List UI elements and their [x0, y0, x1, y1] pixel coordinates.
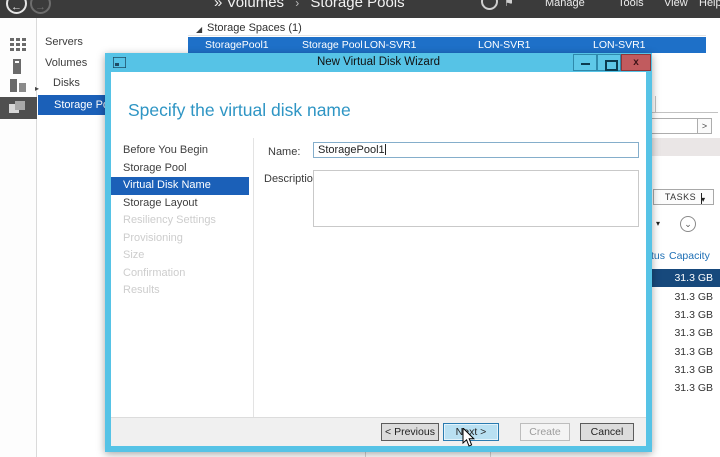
step-provisioning: Provisioning: [111, 230, 249, 248]
column-header-capacity[interactable]: Capacity: [669, 250, 710, 262]
pane-expand-icon[interactable]: ▸: [35, 84, 39, 93]
sidebar-item-servers[interactable]: Servers: [45, 36, 83, 48]
disk-row[interactable]: 31.3 GB: [650, 324, 720, 342]
create-button: Create: [520, 423, 570, 441]
column-line: [490, 452, 491, 457]
breadcrumb-current: Storage Pools: [310, 0, 404, 11]
text-caret: [385, 144, 386, 155]
menu-manage[interactable]: Manage: [545, 0, 585, 9]
description-input[interactable]: [313, 170, 639, 227]
step-results: Results: [111, 282, 249, 300]
menu-tools[interactable]: Tools: [618, 0, 644, 9]
breadcrumb-prefix-icon: »: [214, 0, 222, 11]
scroll-right-icon[interactable]: >: [697, 119, 711, 133]
top-bar: ← → » Volumes › Storage Pools ⚑ Manage T…: [0, 0, 720, 18]
pool-managed-by-cell: LON-SVR1: [364, 37, 417, 53]
disk-row[interactable]: 31.3 GB: [650, 361, 720, 379]
storage-pools-icon: [9, 101, 27, 115]
step-storage-layout[interactable]: Storage Layout: [111, 195, 249, 213]
sidebar-item-disks[interactable]: Disks: [53, 77, 80, 89]
volumes-icon[interactable]: [10, 59, 24, 74]
panel-divider: [655, 96, 656, 113]
new-virtual-disk-wizard: New Virtual Disk Wizard x Specify the vi…: [105, 53, 652, 452]
maximize-icon[interactable]: [597, 54, 621, 71]
wizard-heading: Specify the virtual disk name: [128, 100, 351, 121]
tasks-dropdown-button[interactable]: TASKS▾: [653, 189, 714, 205]
close-icon[interactable]: x: [621, 54, 651, 71]
cancel-button[interactable]: Cancel: [580, 423, 634, 441]
disk-row[interactable]: 31.3 GB: [650, 288, 720, 306]
group-collapse-icon[interactable]: ◢: [196, 25, 202, 34]
menu-view[interactable]: View: [664, 0, 688, 9]
menu-help[interactable]: Help: [699, 0, 720, 9]
wizard-title: New Virtual Disk Wizard: [105, 56, 652, 68]
minimize-icon[interactable]: [573, 54, 597, 71]
collapse-section-icon[interactable]: ⌄: [680, 216, 696, 232]
wizard-step-list: Before You Begin Storage Pool Virtual Di…: [111, 142, 249, 300]
panel-divider: [652, 112, 718, 113]
server-manager-screen: ← → » Volumes › Storage Pools ⚑ Manage T…: [0, 0, 720, 457]
step-resiliency-settings: Resiliency Settings: [111, 212, 249, 230]
pool-type-cell: Storage Pool: [302, 37, 363, 53]
step-virtual-disk-name[interactable]: Virtual Disk Name: [111, 177, 249, 195]
disk-row[interactable]: 31.3 GB: [650, 379, 720, 397]
wizard-title-bar[interactable]: New Virtual Disk Wizard x: [105, 53, 652, 72]
group-divider: [188, 35, 706, 36]
dashboard-grid-icon[interactable]: [10, 38, 26, 51]
column-line: [365, 452, 366, 457]
storage-pool-row[interactable]: StoragePool1 Storage Pool LON-SVR1 LON-S…: [188, 37, 706, 53]
filter-box-edge[interactable]: >: [650, 118, 712, 134]
step-confirmation: Confirmation: [111, 265, 249, 283]
step-storage-pool[interactable]: Storage Pool: [111, 160, 249, 178]
step-size: Size: [111, 247, 249, 265]
sidebar-icon-strip: [0, 18, 37, 457]
chevron-down-icon: ▾: [701, 193, 702, 204]
disk-row[interactable]: 31.3 GB: [650, 269, 720, 287]
notifications-flag-icon[interactable]: ⚑: [504, 0, 514, 9]
wizard-button-bar: < Previous Next > Create Cancel: [111, 417, 646, 446]
forward-icon[interactable]: →: [30, 0, 51, 14]
sidebar-item-volumes[interactable]: Volumes: [45, 57, 87, 69]
pool-rw-server-cell: LON-SVR1: [593, 37, 646, 53]
pool-available-to-cell: LON-SVR1: [478, 37, 531, 53]
panel-toolbar-band: [650, 138, 720, 156]
disks-icon[interactable]: [10, 79, 26, 92]
breadcrumb-root[interactable]: Volumes: [227, 0, 285, 11]
storage-spaces-group-header[interactable]: Storage Spaces (1): [207, 22, 302, 34]
disk-row[interactable]: 31.3 GB: [650, 306, 720, 324]
pool-name-cell: StoragePool1: [205, 37, 269, 53]
column-header-status[interactable]: tus: [651, 250, 665, 262]
breadcrumb: » Volumes › Storage Pools: [214, 0, 405, 11]
previous-button[interactable]: < Previous: [381, 423, 439, 441]
wizard-body: Specify the virtual disk name Before You…: [105, 72, 652, 452]
step-before-you-begin[interactable]: Before You Begin: [111, 142, 249, 160]
storage-pools-tile[interactable]: [0, 97, 37, 119]
disk-row[interactable]: 31.3 GB: [650, 343, 720, 361]
step-pane-divider: [253, 138, 254, 428]
back-icon[interactable]: ←: [6, 0, 27, 14]
breadcrumb-separator-icon: ›: [295, 0, 299, 10]
name-label: Name:: [268, 146, 300, 158]
mouse-cursor-icon: [462, 428, 476, 448]
name-input[interactable]: StoragePool1: [313, 142, 639, 158]
refresh-icon[interactable]: [481, 0, 498, 10]
filter-dropdown-icon[interactable]: ▾: [656, 219, 660, 228]
